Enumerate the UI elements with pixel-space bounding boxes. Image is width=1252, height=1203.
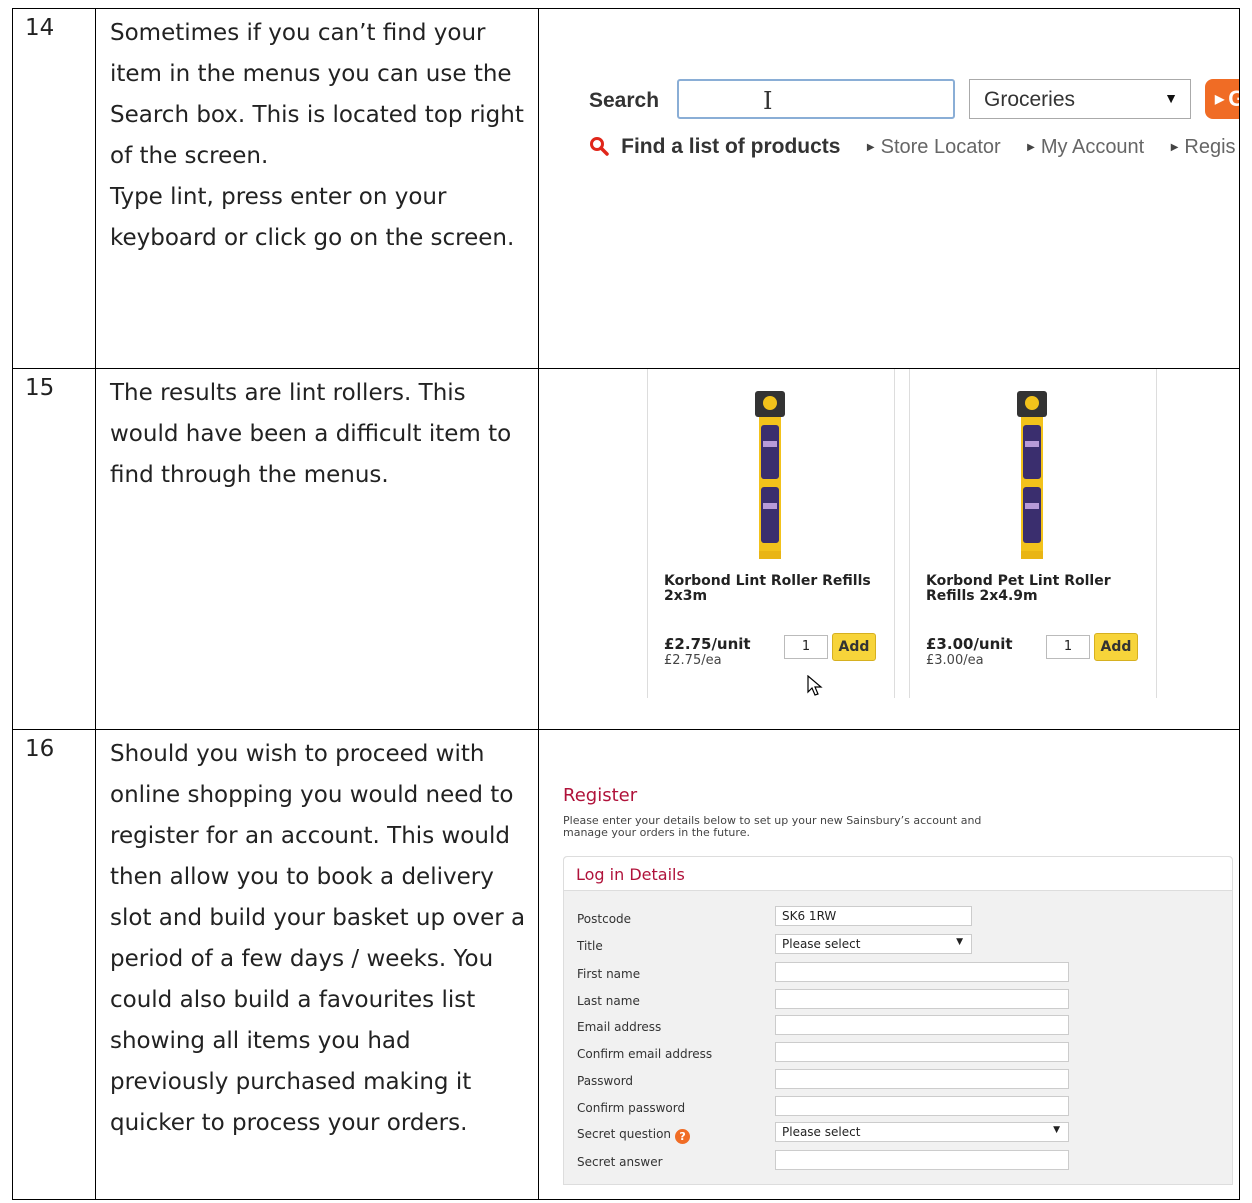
product-image — [755, 391, 785, 559]
my-account-link[interactable]: ▶ My Account — [1027, 136, 1144, 158]
field-label: First name — [577, 967, 641, 981]
step-text: Sometimes if you can’t find your item in… — [95, 8, 539, 369]
last-name-input[interactable] — [775, 989, 1069, 1009]
panel-heading: Log in Details — [564, 857, 1232, 891]
field-label: Email address — [577, 1020, 662, 1034]
step-row-16: 16 Should you wish to proceed with onlin… — [12, 729, 1240, 1200]
field-label: Secret answer — [577, 1155, 663, 1169]
register-link[interactable]: ▶ Regis — [1171, 136, 1236, 158]
text-cursor-icon: I — [763, 87, 773, 115]
search-label: Search — [589, 89, 660, 112]
search-icon — [589, 133, 615, 158]
secret-question-select[interactable]: Please select ▼ — [775, 1122, 1069, 1142]
field-label: Secret question? — [577, 1127, 691, 1144]
step-number: 14 — [12, 8, 96, 369]
register-title: Register — [563, 785, 638, 806]
confirm-email-input[interactable] — [775, 1042, 1069, 1062]
field-label: Confirm email address — [577, 1047, 713, 1061]
confirm-password-input[interactable] — [775, 1096, 1069, 1116]
step-number: 16 — [12, 729, 96, 1200]
product-tile: Korbond Pet Lint Roller Refills 2x4.9m £… — [909, 369, 1157, 698]
step-text: Should you wish to proceed with online s… — [95, 729, 539, 1200]
arrow-right-icon: ▶ — [1170, 142, 1179, 153]
store-locator-link[interactable]: ▶ Store Locator — [867, 136, 1001, 158]
field-label: Password — [577, 1074, 634, 1088]
arrow-right-icon: ▶ — [866, 142, 875, 153]
product-price: £2.75/unit — [664, 635, 751, 653]
product-name[interactable]: Korbond Lint Roller Refills 2x3m — [664, 574, 874, 604]
arrow-right-icon: ▶ — [1027, 142, 1035, 153]
title-select-value: Please select — [782, 937, 861, 951]
go-button[interactable]: ▶Go — [1205, 79, 1239, 119]
search-input[interactable]: I — [677, 79, 955, 119]
play-arrow-icon: ▶ — [1215, 92, 1225, 106]
password-input[interactable] — [775, 1069, 1069, 1089]
instructions-table: 14 Sometimes if you can’t find your item… — [12, 8, 1240, 1200]
secret-question-label: Secret question — [577, 1127, 672, 1141]
product-tile: Korbond Lint Roller Refills 2x3m £2.75/u… — [647, 369, 895, 698]
step-row-14: 14 Sometimes if you can’t find your item… — [12, 8, 1240, 369]
email-input[interactable] — [775, 1015, 1069, 1035]
step-number: 15 — [12, 368, 96, 730]
search-screenshot: Search I Groceries ▼ ▶Go Find a list of … — [538, 8, 1240, 369]
register-screenshot: Register Please enter your details below… — [538, 729, 1240, 1200]
dropdown-arrow-icon: ▼ — [956, 937, 963, 947]
results-screenshot: Korbond Lint Roller Refills 2x3m £2.75/u… — [538, 368, 1240, 730]
add-button[interactable]: Add — [832, 633, 876, 661]
search-category-select[interactable]: Groceries ▼ — [969, 79, 1191, 119]
title-select[interactable]: Please select ▼ — [775, 934, 972, 954]
first-name-input[interactable] — [775, 962, 1069, 982]
search-category-value: Groceries — [984, 88, 1076, 111]
find-list-link[interactable]: Find a list of products — [621, 135, 840, 158]
header-links: Find a list of products ▶ Store Locator ▶… — [589, 133, 1236, 159]
quantity-input[interactable]: 1 — [1046, 635, 1090, 659]
product-name[interactable]: Korbond Pet Lint Roller Refills 2x4.9m — [926, 574, 1136, 604]
field-label: Last name — [577, 994, 640, 1008]
step-text: The results are lint rollers. This would… — [95, 368, 539, 730]
dropdown-arrow-icon: ▼ — [1053, 1125, 1060, 1135]
step-row-15: 15 The results are lint rollers. This wo… — [12, 368, 1240, 730]
register-description: Please enter your details below to set u… — [563, 814, 982, 839]
quantity-input[interactable]: 1 — [784, 635, 828, 659]
secret-answer-input[interactable] — [775, 1150, 1069, 1170]
product-unit-price: £3.00/ea — [926, 653, 984, 668]
login-details-panel: Log in Details Postcode SK6 1RW Title Pl… — [563, 856, 1233, 1185]
help-icon[interactable]: ? — [675, 1129, 691, 1144]
secret-question-value: Please select — [782, 1125, 861, 1139]
product-unit-price: £2.75/ea — [664, 653, 722, 668]
add-button[interactable]: Add — [1094, 633, 1138, 661]
product-image — [1017, 391, 1047, 559]
mouse-pointer-icon — [807, 675, 823, 696]
dropdown-arrow-icon: ▼ — [1164, 90, 1178, 106]
postcode-input[interactable]: SK6 1RW — [775, 906, 972, 926]
go-label: Go — [1228, 86, 1239, 111]
product-price: £3.00/unit — [926, 635, 1013, 653]
field-label: Title — [577, 939, 603, 953]
field-label: Postcode — [577, 912, 632, 926]
field-label: Confirm password — [577, 1101, 686, 1115]
